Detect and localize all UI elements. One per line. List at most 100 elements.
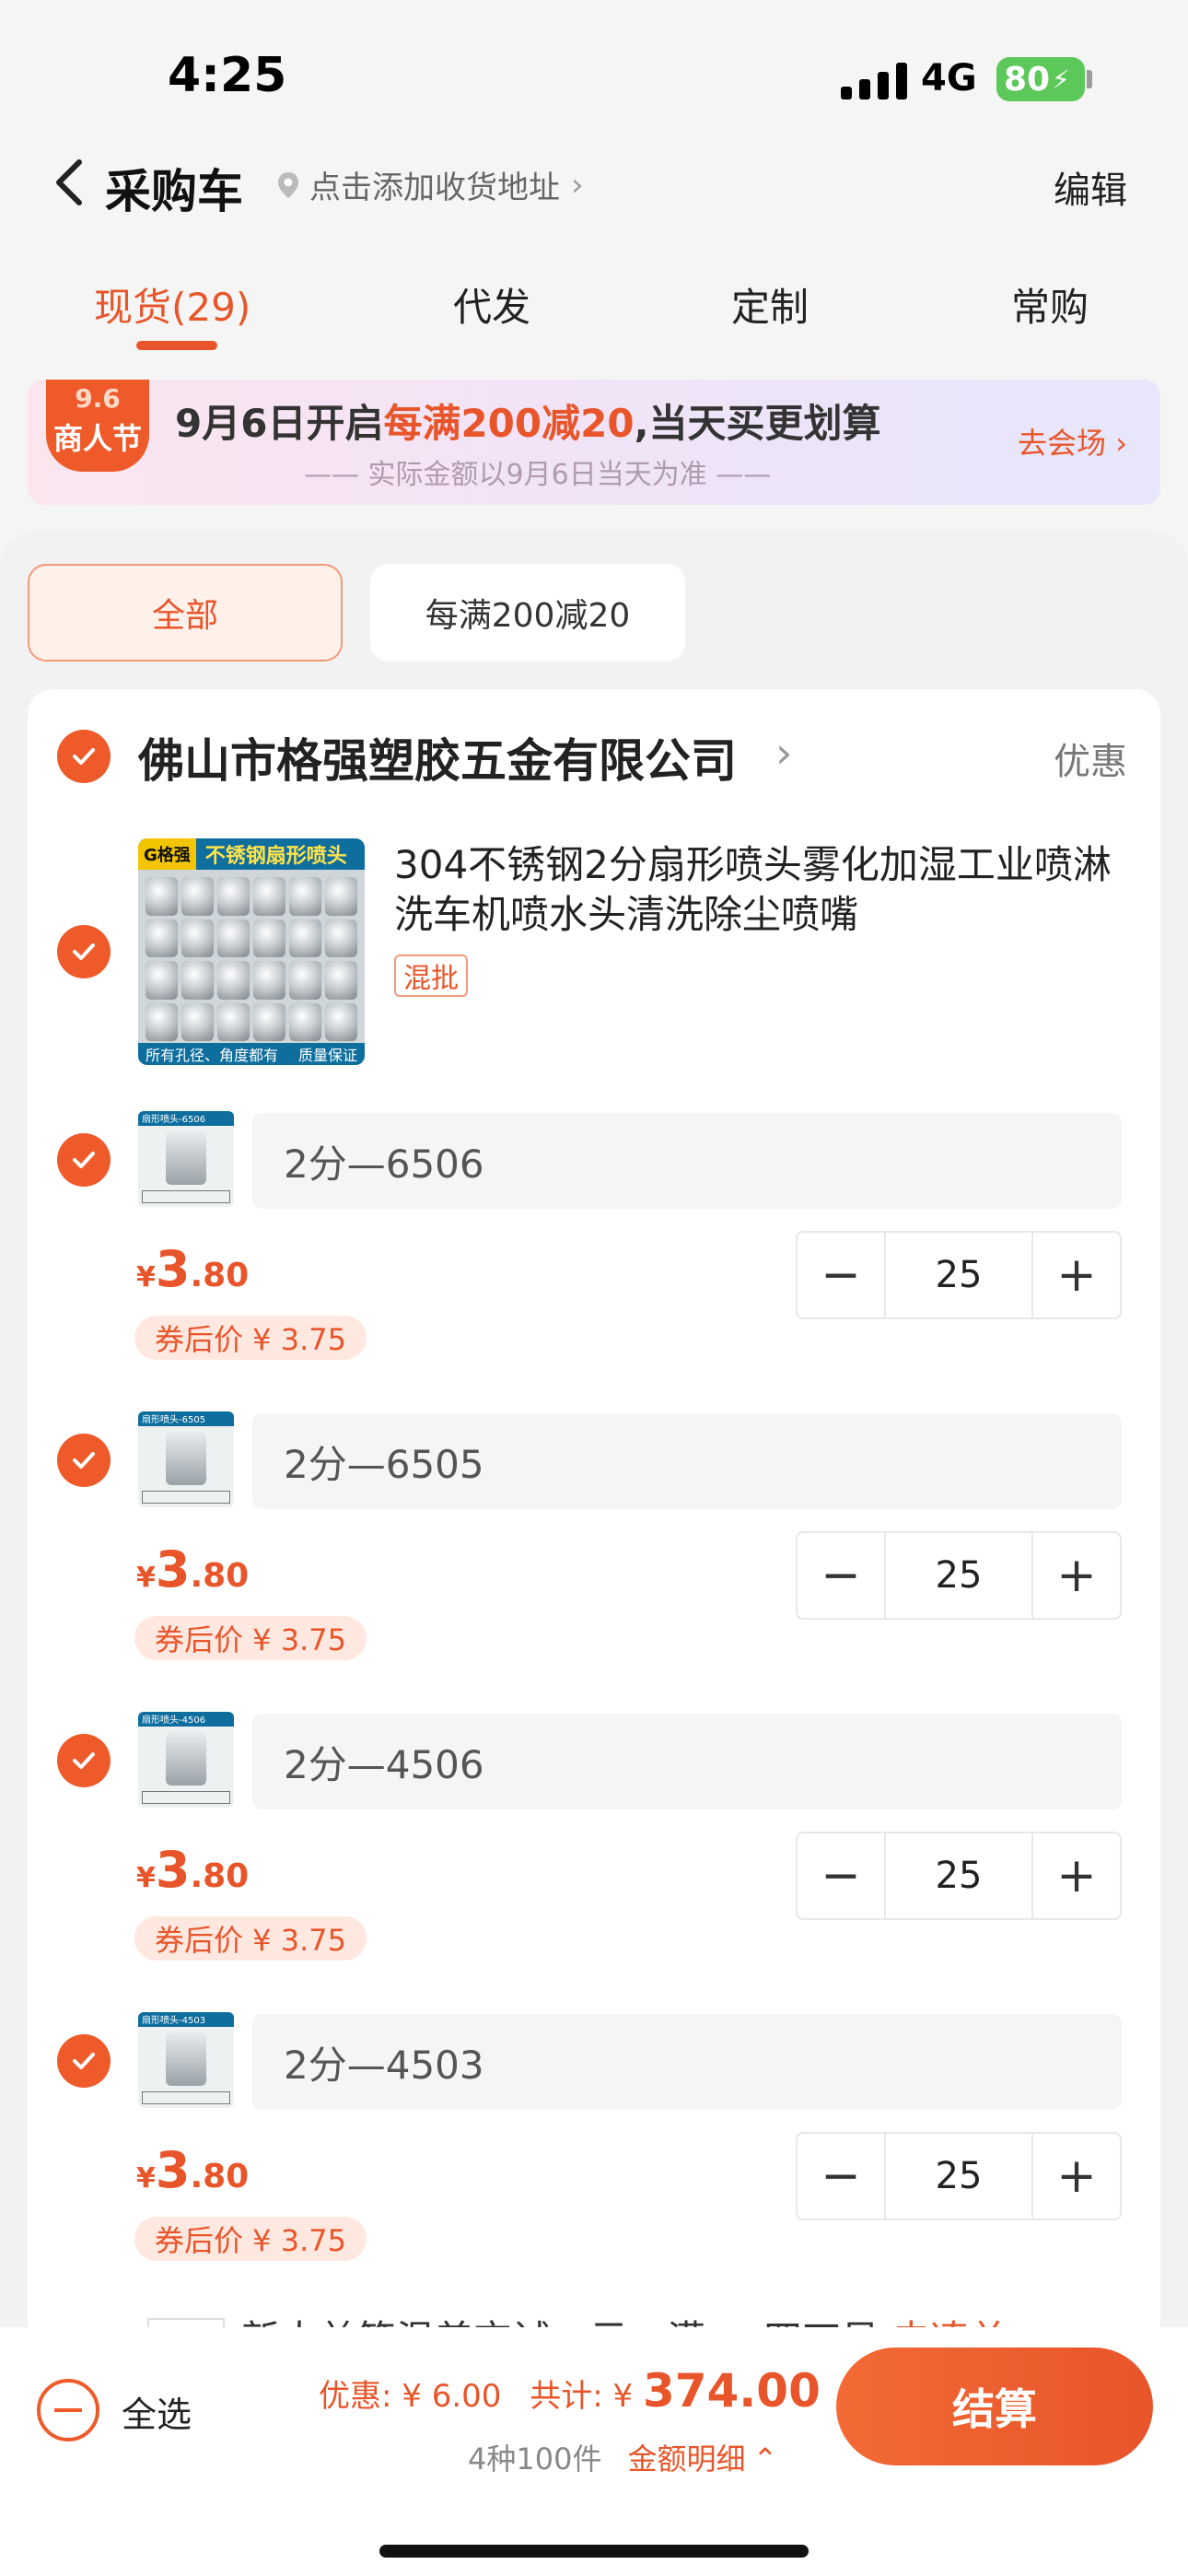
sku-checkbox[interactable] xyxy=(57,1434,111,1487)
sku-row: 扇形喷头-6505 2分—6505 ¥3.80 券后价 ¥ 3.75 − 25 … xyxy=(0,1411,1188,1706)
status-bar: 4:25 4G 80 ⚡ xyxy=(0,0,1188,147)
chevron-right-icon[interactable]: › xyxy=(775,728,792,778)
sku-option[interactable]: 2分—6505 xyxy=(252,1413,1122,1509)
product-image-footer: 所有孔径、角度都有 质量保证 xyxy=(138,1043,365,1065)
sku-price: ¥3.80 xyxy=(136,1841,249,1899)
charging-bolt-icon: ⚡ xyxy=(1052,64,1070,95)
sku-thumbnail[interactable]: 扇形喷头-4506 xyxy=(138,1712,234,1808)
banner-text-highlight: 每满200减20 xyxy=(383,401,635,446)
chevron-up-icon[interactable]: ⌃ xyxy=(752,2441,777,2476)
checkmark-icon xyxy=(73,1152,95,1168)
checkmark-icon xyxy=(73,748,95,765)
quantity-stepper: − 25 + xyxy=(796,1832,1122,1920)
discount-amount: 优惠: ¥ 6.00 xyxy=(319,2378,502,2415)
shop-checkbox[interactable] xyxy=(57,730,111,783)
select-all-checkbox[interactable] xyxy=(37,2379,99,2441)
tab-bar: 现货(29) 代发 定制 常购 xyxy=(0,267,1188,359)
checkout-button[interactable]: 结算 xyxy=(836,2348,1153,2465)
product-image-title: 不锈钢扇形喷头 xyxy=(204,845,347,868)
select-all-label[interactable]: 全选 xyxy=(122,2386,192,2437)
address-hint: 点击添加收货地址 xyxy=(309,170,560,206)
chevron-right-icon: › xyxy=(571,166,584,204)
filter-promo[interactable]: 每满200减20 xyxy=(370,564,685,662)
increase-button[interactable]: + xyxy=(1033,2134,1120,2219)
coupon-price-badge: 券后价 ¥ 3.75 xyxy=(134,2217,367,2261)
sku-thumb-label: 扇形喷头-6506 xyxy=(138,1111,234,1126)
sku-thumbnail[interactable]: 扇形喷头-6506 xyxy=(138,1111,234,1207)
sku-checkbox[interactable] xyxy=(57,1133,111,1187)
totals: 优惠: ¥ 6.00 共计: ¥ 374.00 xyxy=(319,2364,821,2418)
sku-row: 扇形喷头-4503 2分—4503 ¥3.80 券后价 ¥ 3.75 − 25 … xyxy=(0,2012,1188,2307)
price-currency: ¥ xyxy=(136,2162,156,2195)
increase-button[interactable]: + xyxy=(1033,1533,1120,1618)
tab-frequent[interactable]: 常购 xyxy=(1011,276,1089,333)
product-image[interactable]: G格强 不锈钢扇形喷头 所有孔径、角度都有 质量保证 xyxy=(138,838,365,1065)
banner-subtext: —— 实际金额以9月6日当天为准 —— xyxy=(304,459,772,491)
back-arrow-icon[interactable] xyxy=(44,155,99,210)
product-image-header: G格强 不锈钢扇形喷头 xyxy=(138,838,365,870)
coupon-price-badge: 券后价 ¥ 3.75 xyxy=(134,1916,367,1961)
price-currency: ¥ xyxy=(136,1862,156,1894)
tab-dropship[interactable]: 代发 xyxy=(453,276,530,333)
sku-option[interactable]: 2分—6506 xyxy=(252,1113,1122,1209)
amount-detail-link[interactable]: 金额明细 xyxy=(627,2441,745,2476)
quantity-input[interactable]: 25 xyxy=(884,2134,1033,2219)
price-currency: ¥ xyxy=(136,1261,156,1294)
status-time: 4:25 xyxy=(168,48,287,103)
shop-promo-button[interactable]: 优惠 xyxy=(1054,732,1127,785)
battery-level: 80 xyxy=(1004,60,1051,99)
price-integer: 3 xyxy=(155,1841,191,1899)
checkout-bar: 全选 优惠: ¥ 6.00 共计: ¥ 374.00 4种100件 金额明细 ⌃ 结… xyxy=(0,2327,1188,2576)
nozzle-grid xyxy=(146,877,357,1041)
promo-banner[interactable]: 9.6 商人节 9月6日开启每满200减20,当天买更划算 —— 实际金额以9月… xyxy=(28,380,1160,505)
checkmark-icon xyxy=(73,2053,95,2069)
nav-bar: 采购车 点击添加收货地址 › 编辑 xyxy=(0,138,1188,230)
decrease-button[interactable]: − xyxy=(798,1833,884,1918)
decrease-button[interactable]: − xyxy=(798,1233,884,1317)
sku-checkbox[interactable] xyxy=(57,1734,111,1787)
sku-row: 扇形喷头-4506 2分—4506 ¥3.80 券后价 ¥ 3.75 − 25 … xyxy=(0,1712,1188,2007)
quantity-input[interactable]: 25 xyxy=(884,1533,1033,1618)
sku-checkbox[interactable] xyxy=(57,2034,111,2088)
home-indicator xyxy=(379,2545,809,2558)
filter-all[interactable]: 全部 xyxy=(28,564,343,662)
increase-button[interactable]: + xyxy=(1033,1233,1120,1317)
address-selector[interactable]: 点击添加收货地址 › xyxy=(273,162,584,207)
price-decimal: .80 xyxy=(190,1257,250,1294)
total-amount: 374.00 xyxy=(642,2364,821,2418)
quantity-input[interactable]: 25 xyxy=(884,1233,1033,1317)
decrease-button[interactable]: − xyxy=(798,2134,884,2219)
sku-thumb-label: 扇形喷头-4506 xyxy=(138,1712,234,1727)
battery-icon: 80 ⚡ xyxy=(996,57,1085,101)
sku-option[interactable]: 2分—4503 xyxy=(252,2014,1122,2110)
sku-thumbnail[interactable]: 扇形喷头-6505 xyxy=(138,1411,234,1507)
product-checkbox[interactable] xyxy=(57,925,111,978)
location-pin-icon xyxy=(278,171,298,198)
checkmark-icon xyxy=(73,943,95,960)
sku-price: ¥3.80 xyxy=(136,1240,249,1298)
price-decimal: .80 xyxy=(190,1857,250,1895)
price-integer: 3 xyxy=(155,2141,191,2199)
sku-option[interactable]: 2分—4506 xyxy=(252,1714,1122,1809)
sku-price: ¥3.80 xyxy=(136,2141,249,2199)
sku-row: 扇形喷头-6506 2分—6506 ¥3.80 券后价 ¥ 3.75 − 25 … xyxy=(0,1111,1188,1406)
product-title[interactable]: 304不锈钢2分扇形喷头雾化加湿工业喷淋洗车机喷水头清洗除尘喷嘴 xyxy=(394,840,1122,940)
quantity-stepper: − 25 + xyxy=(796,1531,1122,1620)
badge-name: 商人节 xyxy=(52,421,142,456)
brand-logo: G格强 xyxy=(138,838,196,870)
tab-in-stock[interactable]: 现货(29) xyxy=(94,276,250,333)
edit-button[interactable]: 编辑 xyxy=(1054,160,1127,214)
badge-date: 9.6 xyxy=(75,383,121,414)
decrease-button[interactable]: − xyxy=(798,1533,884,1618)
coupon-price-badge: 券后价 ¥ 3.75 xyxy=(134,1616,367,1660)
order-summary: 4种100件 金额明细 ⌃ xyxy=(468,2436,777,2478)
banner-cta-link[interactable]: 去会场 › xyxy=(1018,420,1127,463)
sku-thumbnail[interactable]: 扇形喷头-4503 xyxy=(138,2012,234,2108)
shop-name[interactable]: 佛山市格强塑胶五金有限公司 xyxy=(138,724,737,790)
quantity-input[interactable]: 25 xyxy=(884,1833,1033,1918)
item-count: 4种100件 xyxy=(468,2441,602,2476)
page-title: 采购车 xyxy=(105,165,243,218)
tab-custom[interactable]: 定制 xyxy=(731,276,809,333)
banner-headline: 9月6日开启每满200减20,当天买更划算 xyxy=(175,392,881,449)
increase-button[interactable]: + xyxy=(1033,1833,1120,1918)
